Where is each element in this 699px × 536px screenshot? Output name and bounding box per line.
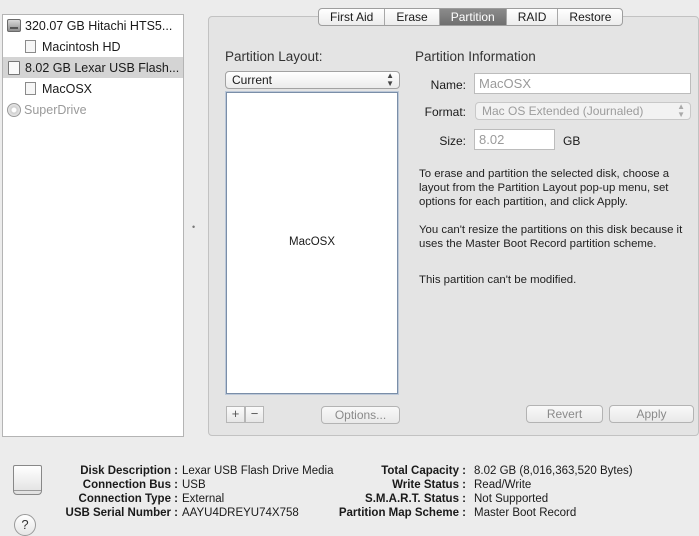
tab-restore[interactable]: Restore: [557, 9, 622, 25]
tab-erase[interactable]: Erase: [384, 9, 438, 25]
resize-warning-text: You can't resize the partitions on this …: [419, 224, 683, 250]
detail-value: Master Boot Record: [474, 507, 577, 519]
detail-key: Write Status :: [392, 479, 466, 491]
partition-layout-popup[interactable]: Current ▲ ▼: [225, 71, 400, 89]
tab-bar: First Aid Erase Partition RAID Restore: [318, 8, 624, 26]
volume-icon: [25, 40, 36, 53]
sidebar-item-macosx[interactable]: MacOSX: [3, 78, 183, 99]
volume-icon: [25, 82, 36, 95]
size-unit: GB: [563, 134, 581, 148]
revert-button[interactable]: Revert: [526, 405, 603, 423]
disk-list-sidebar: 320.07 GB Hitachi HTS5... Macintosh HD 8…: [2, 14, 184, 437]
options-button[interactable]: Options...: [321, 406, 400, 424]
partition-help-text: To erase and partition the selected disk…: [419, 168, 670, 208]
modify-warning-text: This partition can't be modified.: [419, 274, 577, 286]
detail-key: Total Capacity :: [381, 465, 466, 477]
sidebar-item-label: 320.07 GB Hitachi HTS5...: [25, 18, 173, 33]
partition-segment-label: MacOSX: [288, 236, 335, 248]
partition-panel: Partition Layout: Current ▲ ▼ MacOSX + − …: [208, 16, 699, 436]
tab-partition[interactable]: Partition: [438, 9, 506, 25]
name-label: Name:: [430, 78, 466, 92]
detail-row: Total Capacity : 8.02 GB (8,016,363,520 …: [0, 464, 699, 478]
add-partition-button[interactable]: +: [226, 406, 245, 423]
name-field[interactable]: MacOSX: [474, 73, 691, 94]
sidebar-item-lexar-usb[interactable]: 8.02 GB Lexar USB Flash...: [3, 57, 183, 78]
tab-raid[interactable]: RAID: [505, 9, 558, 25]
detail-key: Partition Map Scheme :: [338, 507, 466, 519]
detail-row: S.M.A.R.T. Status : Not Supported: [0, 492, 699, 506]
partition-layout-title: Partition Layout:: [225, 49, 323, 64]
size-label: Size:: [439, 134, 466, 148]
detail-value: Read/Write: [474, 479, 532, 491]
apply-button[interactable]: Apply: [609, 405, 694, 423]
internal-disk-icon: [7, 19, 21, 32]
size-field[interactable]: 8.02: [474, 129, 555, 150]
detail-value: Not Supported: [474, 493, 549, 505]
format-popup[interactable]: Mac OS Extended (Journaled) ▲ ▼: [475, 102, 691, 120]
partition-layout-value: Current: [232, 73, 273, 87]
usb-drive-icon: [8, 60, 20, 75]
detail-key: S.M.A.R.T. Status :: [365, 493, 466, 505]
remove-partition-button[interactable]: −: [245, 406, 264, 423]
partition-information-title: Partition Information: [415, 49, 536, 64]
sidebar-item-label: MacOSX: [42, 81, 93, 96]
sidebar-item-superdrive[interactable]: SuperDrive: [3, 99, 183, 120]
detail-row: Write Status : Read/Write: [0, 478, 699, 492]
sidebar-item-hitachi-disk[interactable]: 320.07 GB Hitachi HTS5...: [3, 15, 183, 36]
sidebar-item-label: SuperDrive: [24, 102, 87, 117]
format-value: Mac OS Extended (Journaled): [482, 104, 644, 118]
sidebar-item-macintosh-hd[interactable]: Macintosh HD: [3, 36, 183, 57]
popup-arrows-icon: ▲ ▼: [386, 71, 394, 88]
sidebar-item-label: 8.02 GB Lexar USB Flash...: [25, 60, 180, 75]
format-label: Format:: [424, 105, 466, 119]
splitter-handle[interactable]: •: [192, 222, 197, 232]
partition-layout-map[interactable]: MacOSX: [226, 92, 398, 394]
detail-row: Partition Map Scheme : Master Boot Recor…: [0, 506, 699, 520]
disk-info-bar: ? Disk Description : Lexar USB Flash Dri…: [0, 452, 699, 536]
sidebar-item-label: Macintosh HD: [42, 39, 121, 54]
tab-first-aid[interactable]: First Aid: [319, 9, 384, 25]
popup-arrows-icon: ▲ ▼: [677, 102, 685, 119]
detail-value: 8.02 GB (8,016,363,520 Bytes): [474, 465, 633, 477]
optical-drive-icon: [7, 102, 21, 117]
